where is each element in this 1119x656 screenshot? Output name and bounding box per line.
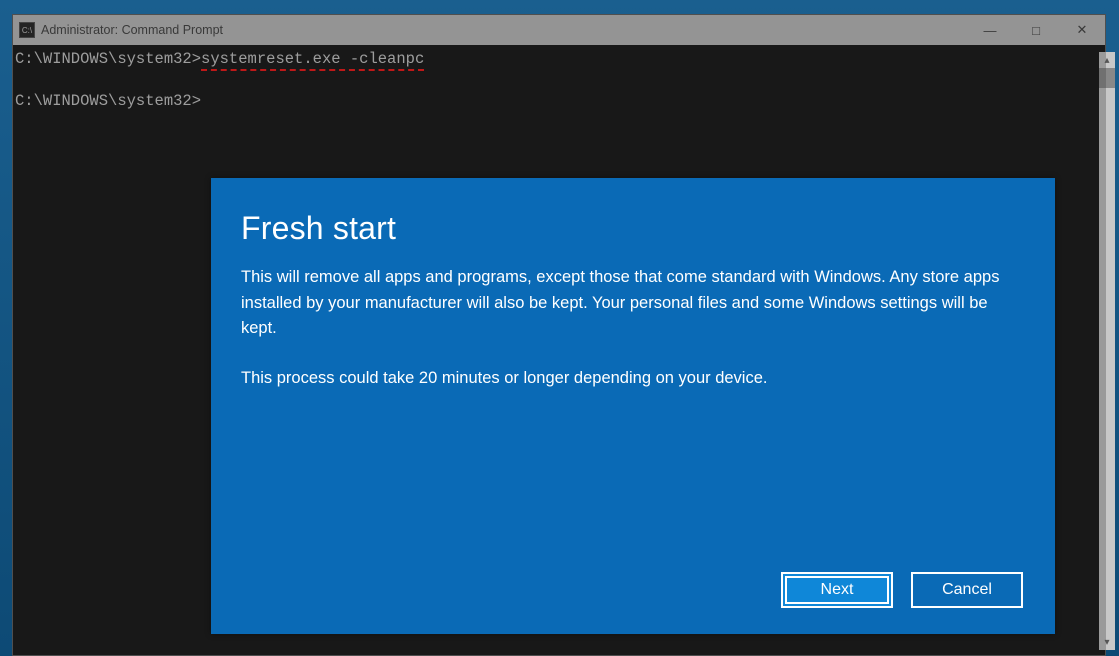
cmd-titlebar[interactable]: C:\ Administrator: Command Prompt — □ ✕ bbox=[13, 15, 1105, 45]
fresh-start-dialog: Fresh start This will remove all apps an… bbox=[211, 178, 1055, 634]
cmd-prompt: C:\WINDOWS\system32> bbox=[15, 50, 201, 68]
scroll-thumb[interactable] bbox=[1099, 68, 1115, 88]
maximize-button[interactable]: □ bbox=[1013, 15, 1059, 45]
dialog-body: This will remove all apps and programs, … bbox=[241, 265, 1025, 415]
dialog-button-row: Next Cancel bbox=[241, 572, 1025, 610]
dialog-paragraph-2: This process could take 20 minutes or lo… bbox=[241, 366, 1025, 392]
dialog-title: Fresh start bbox=[241, 210, 1025, 247]
close-button[interactable]: ✕ bbox=[1059, 15, 1105, 45]
cmd-scrollbar[interactable]: ▴ ▾ bbox=[1099, 52, 1115, 650]
scroll-down-arrow-icon[interactable]: ▾ bbox=[1099, 634, 1115, 650]
dialog-paragraph-1: This will remove all apps and programs, … bbox=[241, 265, 1025, 342]
next-button[interactable]: Next bbox=[781, 572, 893, 608]
cmd-line-1: C:\WINDOWS\system32>systemreset.exe -cle… bbox=[15, 49, 1103, 70]
cmd-line-2: C:\WINDOWS\system32> bbox=[15, 91, 1103, 112]
cmd-prompt: C:\WINDOWS\system32> bbox=[15, 92, 201, 110]
window-controls: — □ ✕ bbox=[967, 15, 1105, 45]
scroll-up-arrow-icon[interactable]: ▴ bbox=[1099, 52, 1115, 68]
cmd-title: Administrator: Command Prompt bbox=[41, 23, 223, 37]
cmd-blank-line bbox=[15, 70, 1103, 91]
cancel-button[interactable]: Cancel bbox=[911, 572, 1023, 608]
minimize-button[interactable]: — bbox=[967, 15, 1013, 45]
cmd-typed-command: systemreset.exe -cleanpc bbox=[201, 50, 424, 71]
cmd-icon: C:\ bbox=[19, 22, 35, 38]
